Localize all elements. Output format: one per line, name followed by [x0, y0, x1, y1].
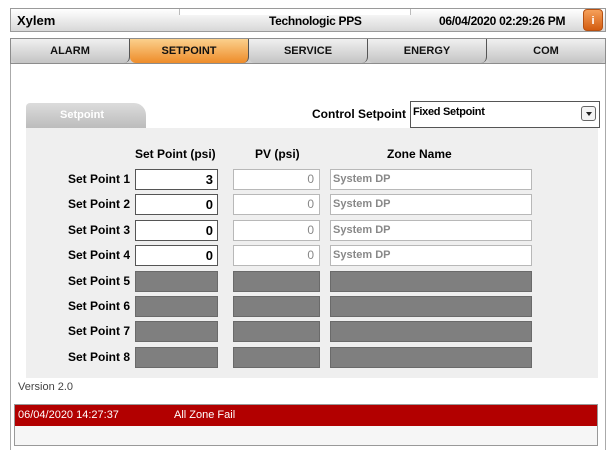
- tab-alarm[interactable]: ALARM: [11, 39, 130, 63]
- setpoint-row-label: Set Point 1: [67, 172, 130, 186]
- header-setpoint: Set Point (psi): [135, 147, 216, 161]
- alarm-timestamp: 06/04/2020 14:27:37: [18, 409, 119, 421]
- zone-name-field: [330, 347, 532, 368]
- zone-name-field: [330, 296, 532, 317]
- tab-com[interactable]: COM: [487, 39, 605, 63]
- setpoint-input[interactable]: 0: [135, 220, 218, 241]
- header-zone-name: Zone Name: [387, 147, 452, 161]
- pv-value: 0: [233, 169, 320, 190]
- alarm-row[interactable]: 06/04/2020 14:27:37 All Zone Fail: [15, 405, 597, 426]
- setpoint-row-label: Set Point 2: [67, 197, 130, 211]
- version-label: Version 2.0: [18, 381, 74, 393]
- datetime-display: 06/04/2020 02:29:26 PM: [439, 14, 566, 28]
- pv-value: [233, 271, 320, 292]
- setpoint-input[interactable]: 3: [135, 169, 218, 190]
- setpoint-input[interactable]: 0: [135, 245, 218, 266]
- zone-name-field[interactable]: System DP: [330, 220, 532, 241]
- alarm-panel: 06/04/2020 14:27:37 All Zone Fail: [14, 404, 598, 446]
- setpoint-row-label: Set Point 3: [67, 223, 130, 237]
- header-pv: PV (psi): [255, 147, 300, 161]
- system-title: Technologic PPS: [269, 14, 362, 28]
- zone-name-field[interactable]: System DP: [330, 194, 532, 215]
- setpoint-input: [135, 271, 218, 292]
- alarm-message: All Zone Fail: [174, 409, 236, 421]
- pv-value: 0: [233, 220, 320, 241]
- info-icon[interactable]: i: [583, 9, 603, 31]
- setpoint-row-label: Set Point 6: [67, 299, 130, 313]
- zone-name-field: [330, 271, 532, 292]
- setpoint-row-label: Set Point 5: [67, 274, 130, 288]
- app-name: Xylem: [17, 13, 56, 28]
- pv-value: [233, 347, 320, 368]
- tab-setpoint[interactable]: SETPOINT: [130, 39, 249, 63]
- tab-service[interactable]: SERVICE: [249, 39, 368, 63]
- setpoint-input[interactable]: 0: [135, 194, 218, 215]
- setpoint-row-label: Set Point 8: [67, 350, 130, 364]
- setpoint-row-label: Set Point 4: [67, 248, 130, 262]
- setpoint-input: [135, 296, 218, 317]
- pv-value: [233, 321, 320, 342]
- pv-value: 0: [233, 194, 320, 215]
- control-setpoint-label: Control Setpoint: [312, 107, 406, 121]
- setpoint-input: [135, 347, 218, 368]
- setpoint-section-tab[interactable]: Setpoint: [26, 103, 146, 128]
- zone-name-field: [330, 321, 532, 342]
- setpoint-input: [135, 321, 218, 342]
- title-bar: Xylem Technologic PPS 06/04/2020 02:29:2…: [10, 8, 606, 32]
- dropdown-arrow-icon[interactable]: [581, 106, 596, 121]
- pv-value: [233, 296, 320, 317]
- setpoint-row-label: Set Point 7: [67, 324, 130, 338]
- tab-energy[interactable]: ENERGY: [368, 39, 487, 63]
- control-setpoint-value: Fixed Setpoint: [413, 106, 485, 118]
- control-setpoint-select[interactable]: Fixed Setpoint: [410, 101, 600, 128]
- pv-value: 0: [233, 245, 320, 266]
- zone-name-field[interactable]: System DP: [330, 245, 532, 266]
- main-nav: ALARM SETPOINT SERVICE ENERGY COM: [10, 38, 606, 64]
- zone-name-field[interactable]: System DP: [330, 169, 532, 190]
